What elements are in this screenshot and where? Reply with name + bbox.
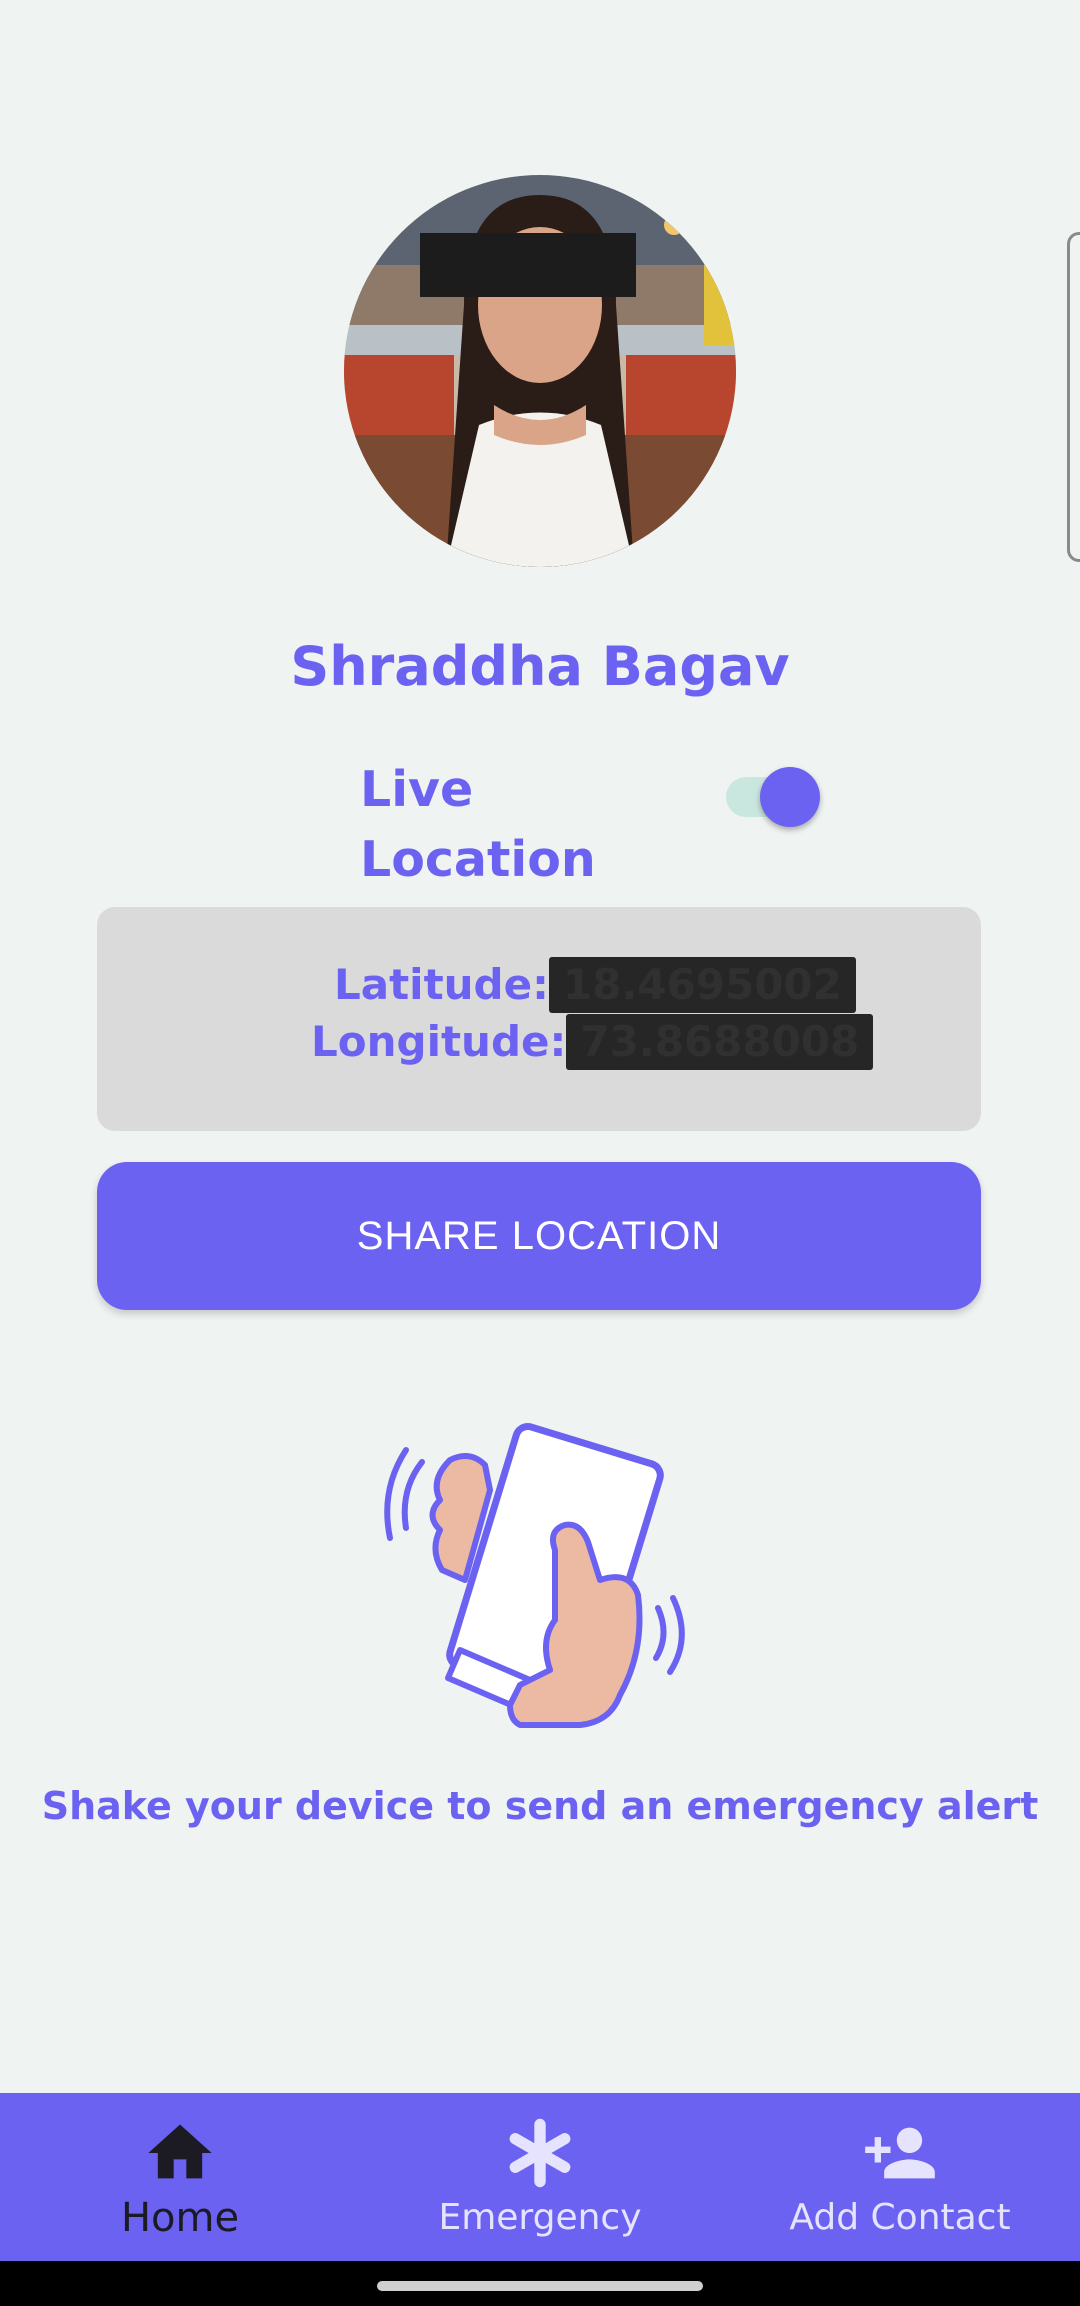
longitude-line: Longitude: 73.8688008 [311, 1014, 874, 1070]
nav-label-home: Home [120, 2195, 240, 2241]
asterisk-icon [509, 2118, 571, 2188]
longitude-value: 73.8688008 [566, 1014, 874, 1070]
live-location-row: Live Location [0, 755, 1080, 888]
longitude-label: Longitude: [311, 1017, 567, 1066]
latitude-label: Latitude: [334, 960, 549, 1009]
share-location-button[interactable]: SHARE LOCATION [97, 1162, 981, 1310]
nav-item-add-contact[interactable]: Add Contact [720, 2093, 1080, 2261]
profile-photo [344, 175, 736, 567]
shake-phone-illustration [370, 1420, 700, 1740]
latitude-line: Latitude: 18.4695002 [334, 957, 856, 1013]
toggle-thumb [760, 767, 820, 827]
edge-panel-handle[interactable] [1067, 232, 1080, 562]
location-card: Latitude: 18.4695002 Longitude: 73.8688008 [97, 907, 981, 1131]
bottom-navigation: Home Emergency Add Contact [0, 2093, 1080, 2261]
profile-avatar [344, 175, 736, 567]
person-add-icon [865, 2127, 935, 2179]
nav-label-emergency: Emergency [438, 2197, 642, 2238]
system-navigation-bar [0, 2261, 1080, 2306]
home-gesture-indicator[interactable] [377, 2281, 703, 2291]
nav-item-home[interactable]: Home [0, 2093, 360, 2261]
user-name: Shraddha Bagav [290, 635, 790, 698]
latitude-value: 18.4695002 [548, 957, 856, 1013]
shake-instruction: Shake your device to send an emergency a… [41, 1784, 1039, 1828]
shake-phone-icon [384, 1423, 685, 1728]
nav-item-emergency[interactable]: Emergency [360, 2093, 720, 2261]
live-location-label: Live Location [360, 761, 596, 888]
nav-label-add-contact: Add Contact [789, 2197, 1011, 2238]
live-location-toggle[interactable] [722, 761, 822, 827]
home-icon [148, 2124, 212, 2179]
